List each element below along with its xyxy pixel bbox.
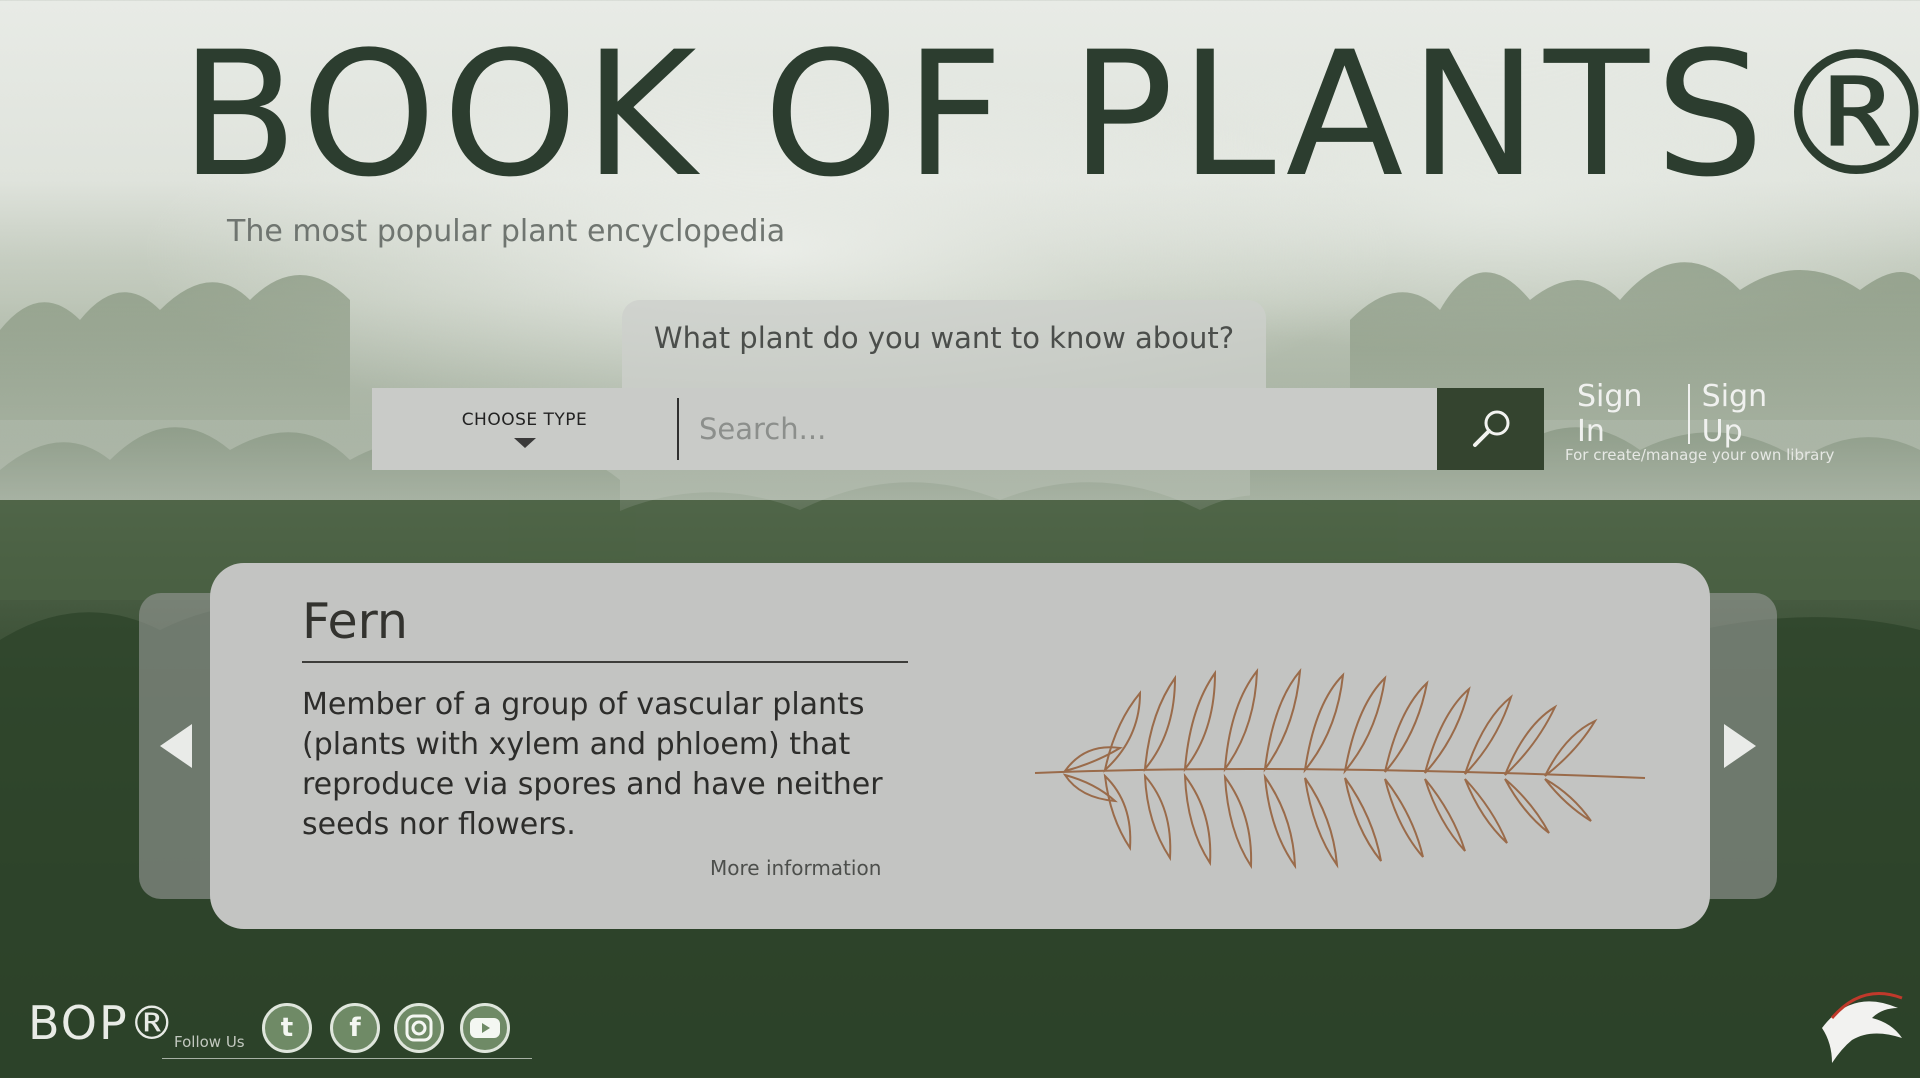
- footer-divider: [162, 1058, 532, 1059]
- auth-links: Sign In Sign Up For create/manage your o…: [1565, 379, 1835, 466]
- arrow-left-icon: [160, 724, 192, 768]
- chevron-down-icon: [513, 438, 536, 448]
- tumblr-icon[interactable]: t: [262, 1003, 312, 1053]
- fern-illustration: [1034, 667, 1646, 870]
- plant-name-underline: [302, 661, 908, 663]
- sign-up-link[interactable]: Sign Up: [1690, 379, 1825, 449]
- search-prompt: What plant do you want to know about?: [653, 321, 1235, 355]
- follow-us-label: Follow Us: [174, 1033, 245, 1051]
- search-input[interactable]: [679, 388, 1437, 470]
- search-bar: CHOOSE TYPE: [372, 388, 1544, 470]
- plant-card: Fern Member of a group of vascular plant…: [210, 563, 1710, 929]
- carousel-next-button[interactable]: [1703, 593, 1777, 899]
- search-prompt-tab: What plant do you want to know about?: [622, 300, 1266, 390]
- youtube-icon[interactable]: [460, 1003, 510, 1053]
- footer-logo: BOP®: [28, 996, 177, 1050]
- site-subtitle: The most popular plant encyclopedia: [227, 214, 786, 249]
- carousel-prev-button[interactable]: [139, 593, 213, 899]
- instagram-icon[interactable]: [394, 1003, 444, 1053]
- more-information-link[interactable]: More information: [710, 856, 881, 880]
- search-button[interactable]: [1437, 388, 1544, 470]
- search-icon: [1472, 410, 1509, 447]
- author-logo: [1822, 992, 1903, 1063]
- choose-type-label: CHOOSE TYPE: [461, 410, 588, 430]
- plant-name: Fern: [302, 593, 408, 650]
- facebook-icon[interactable]: f: [330, 1003, 380, 1053]
- plant-description: Member of a group of vascular plants (pl…: [302, 687, 883, 842]
- site-title: BOOK OF PLANTS®: [180, 14, 1920, 215]
- auth-hint: For create/manage your own library: [1565, 446, 1835, 464]
- sign-in-link[interactable]: Sign In: [1565, 379, 1688, 449]
- arrow-right-icon: [1724, 724, 1756, 768]
- choose-type-dropdown[interactable]: CHOOSE TYPE: [372, 388, 677, 470]
